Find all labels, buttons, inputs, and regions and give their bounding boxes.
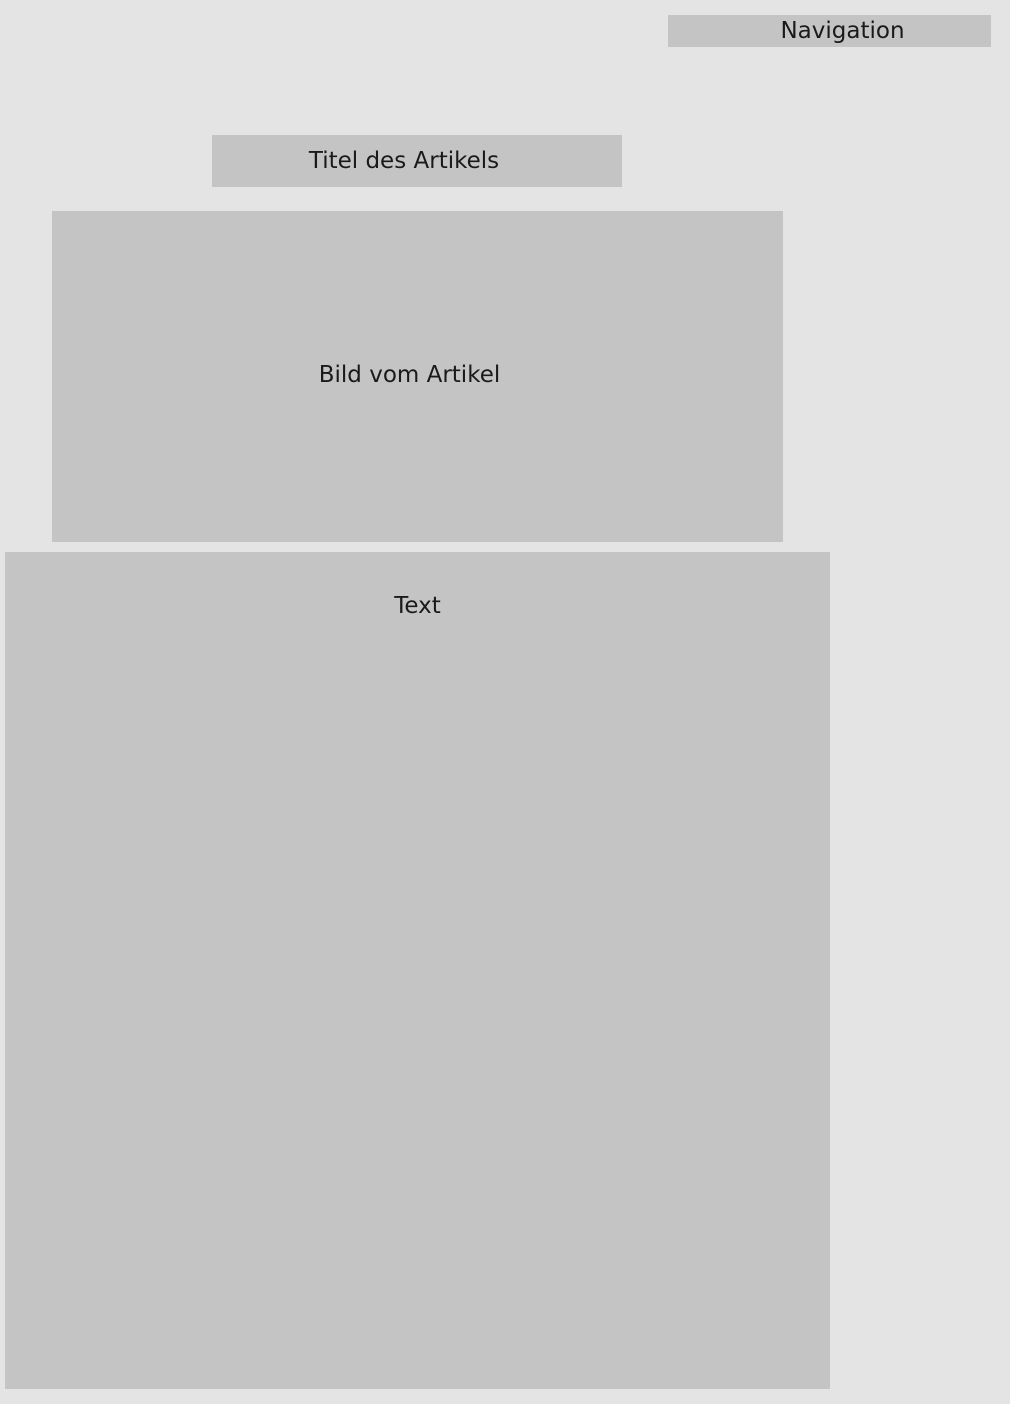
navigation-box[interactable]: Navigation	[668, 15, 991, 47]
article-title-label: Titel des Artikels	[308, 148, 500, 174]
article-text-label: Text	[394, 593, 441, 619]
article-title-box: Titel des Artikels	[212, 135, 622, 187]
article-text-box: Text	[5, 552, 830, 1389]
article-image-label: Bild vom Artikel	[318, 362, 501, 388]
article-image-placeholder: Bild vom Artikel	[52, 211, 783, 542]
navigation-label: Navigation	[780, 18, 905, 44]
